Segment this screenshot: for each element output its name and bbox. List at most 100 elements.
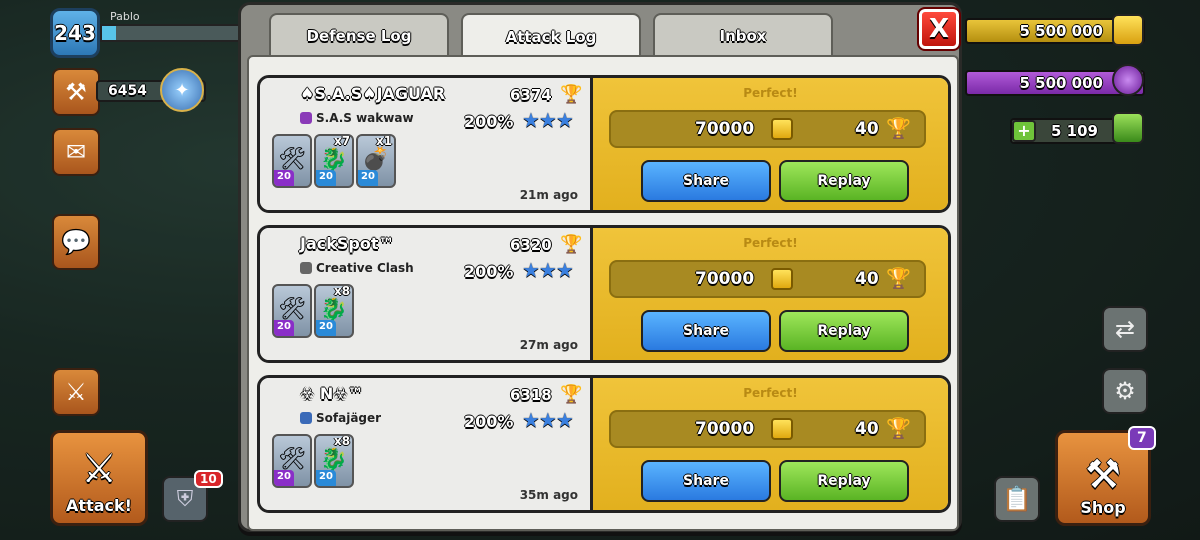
- destruction-percent: 200%: [464, 112, 514, 131]
- baby-dragon-troop-icon: 🐉 x8 20: [314, 284, 354, 338]
- machine-troop-icon: 🛠 20: [272, 434, 312, 488]
- troop-level: 20: [358, 170, 378, 186]
- gold-looted: 70000: [695, 269, 755, 289]
- league-badge-icon[interactable]: ✦: [160, 68, 204, 112]
- chat-bubble-icon: 💬: [61, 228, 91, 256]
- opponent-name: JackSpot™: [300, 234, 395, 253]
- share-button[interactable]: Share: [641, 460, 771, 502]
- troops-used: 🛠 20 🐉 x7 20 💣 x1 20: [272, 134, 396, 188]
- gold-coin-icon: [771, 418, 793, 440]
- result-label: Perfect!: [743, 236, 798, 250]
- settings-button[interactable]: ⚙: [1102, 368, 1148, 414]
- opponent-clan: Sofajäger: [300, 411, 381, 425]
- tasks-button[interactable]: 📋: [994, 476, 1040, 522]
- envelope-icon: ✉: [65, 138, 87, 166]
- opponent-clan: S.A.S wakwaw: [300, 111, 414, 125]
- gold-looted: 70000: [695, 419, 755, 439]
- loot-box: 70000 40 🏆: [609, 260, 926, 298]
- trophy-icon: 🏆: [560, 384, 583, 405]
- xp-bar: [100, 24, 240, 42]
- shop-hammer-icon: ⚒: [1085, 452, 1121, 498]
- player-level-badge[interactable]: 243: [50, 8, 100, 58]
- close-button[interactable]: X: [917, 7, 961, 51]
- shop-notification-badge: 7: [1128, 426, 1156, 450]
- trophy-icon: 🏆: [560, 234, 583, 255]
- baby-dragon-troop-icon: 🐉 x8 20: [314, 434, 354, 488]
- replay-button[interactable]: Replay: [779, 310, 909, 352]
- trophy-gain-icon: 🏆: [886, 416, 911, 440]
- clan-badge-icon: [300, 112, 312, 124]
- attack-log-entry: ☣ N☣™ Sofajäger 6318 🏆 200% ★★★ 🛠 20 🐉 x8 20…: [257, 375, 951, 513]
- result-label: Perfect!: [743, 86, 798, 100]
- result-label: Perfect!: [743, 386, 798, 400]
- trophies-gained: 40: [855, 269, 879, 289]
- tab-inbox[interactable]: Inbox: [653, 13, 833, 57]
- attack-result: Perfect! 70000 40 🏆 Share Replay: [590, 228, 948, 360]
- dark-elixir-icon: [1112, 64, 1144, 96]
- swap-arrow-icon: ⇄: [1114, 315, 1136, 343]
- troop-count: x1: [376, 134, 393, 148]
- tab-attack-log[interactable]: Attack Log: [461, 13, 641, 59]
- sword-icon: ⚔: [65, 378, 87, 406]
- builder-hammer-button[interactable]: ⚒: [52, 68, 100, 116]
- attack-result: Perfect! 70000 40 🏆 Share Replay: [590, 378, 948, 510]
- troop-level: 20: [316, 470, 336, 486]
- xp-bar-fill: [102, 26, 116, 40]
- troop-count: x8: [334, 434, 351, 448]
- opponent-trophies: 6374: [510, 86, 552, 104]
- machine-troop-icon: 🛠 20: [272, 284, 312, 338]
- attack-log-side-button[interactable]: ⚔: [52, 368, 100, 416]
- gold-coin-icon: [771, 118, 793, 140]
- share-button[interactable]: Share: [641, 160, 771, 202]
- troop-count: x8: [334, 284, 351, 298]
- gold-amount: 5 500 000: [1019, 22, 1103, 40]
- shop-button-label: Shop: [1080, 498, 1126, 517]
- attack-log-entry: ♠S.A.S♠JAGUAR S.A.S wakwaw 6374 🏆 200% ★…: [257, 75, 951, 213]
- attack-button[interactable]: ⚔ Attack!: [50, 430, 148, 526]
- loot-box: 70000 40 🏆: [609, 110, 926, 148]
- mail-button[interactable]: ✉: [52, 128, 100, 176]
- builder-base-boat-button[interactable]: ⇄: [1102, 306, 1148, 352]
- attack-button-label: Attack!: [66, 496, 132, 515]
- trophies-gained: 40: [855, 119, 879, 139]
- stars-earned: ★★★: [522, 408, 574, 432]
- opponent-name: ☣ N☣™: [300, 384, 364, 403]
- loot-box: 70000 40 🏆: [609, 410, 926, 448]
- trophies-gained: 40: [855, 419, 879, 439]
- gems-amount: 5 109: [1051, 122, 1098, 140]
- opponent-info: ☣ N☣™ Sofajäger 6318 🏆 200% ★★★ 🛠 20 🐉 x8 20…: [260, 378, 590, 510]
- gold-coin-icon: [771, 268, 793, 290]
- troop-level: 20: [274, 320, 294, 336]
- opponent-name: ♠S.A.S♠JAGUAR: [300, 84, 446, 103]
- opponent-trophies: 6318: [510, 386, 552, 404]
- clipboard-icon: 📋: [1002, 485, 1032, 513]
- add-gems-button[interactable]: +: [1012, 120, 1036, 142]
- troop-level: 20: [274, 470, 294, 486]
- player-name: Pablo: [110, 10, 140, 23]
- share-button[interactable]: Share: [641, 310, 771, 352]
- trophy-gain-icon: 🏆: [886, 266, 911, 290]
- attack-time: 21m ago: [519, 188, 578, 202]
- crossed-axes-icon: ⚔: [81, 446, 117, 492]
- machine-troop-icon: 🛠 20: [272, 134, 312, 188]
- destruction-percent: 200%: [464, 262, 514, 281]
- tab-defense-log[interactable]: Defense Log: [269, 13, 449, 57]
- elixir-amount: 5 500 000: [1019, 74, 1103, 92]
- opponent-info: JackSpot™ Creative Clash 6320 🏆 200% ★★★…: [260, 228, 590, 360]
- trophy-icon: 🏆: [560, 84, 583, 105]
- opponent-trophies: 6320: [510, 236, 552, 254]
- attack-time: 35m ago: [519, 488, 578, 502]
- clan-name: S.A.S wakwaw: [316, 111, 414, 125]
- replay-button[interactable]: Replay: [779, 160, 909, 202]
- troop-level: 20: [274, 170, 294, 186]
- hammer-icon: ⚒: [65, 78, 87, 106]
- baby-dragon-troop-icon: 🐉 x7 20: [314, 134, 354, 188]
- opponent-clan: Creative Clash: [300, 261, 414, 275]
- destruction-percent: 200%: [464, 412, 514, 431]
- clan-badge-icon: [300, 262, 312, 274]
- chat-button[interactable]: 💬: [52, 214, 100, 270]
- clan-name: Creative Clash: [316, 261, 414, 275]
- replay-button[interactable]: Replay: [779, 460, 909, 502]
- clan-name: Sofajäger: [316, 411, 382, 425]
- stars-earned: ★★★: [522, 108, 574, 132]
